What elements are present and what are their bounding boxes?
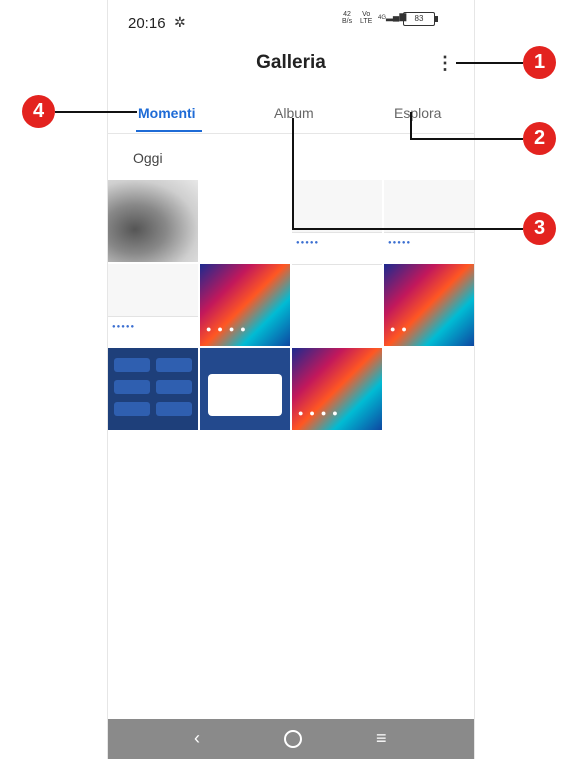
screenshot-thumbnail[interactable]: ●● [384, 264, 474, 346]
callout-3: 3 [523, 212, 556, 245]
quick-tile [114, 358, 150, 372]
recents-icon[interactable]: ≡ [376, 728, 387, 749]
home-icon[interactable] [284, 730, 302, 748]
photo-thumbnail[interactable] [108, 180, 198, 262]
app-icons: ●● [390, 324, 413, 334]
screenshot-thumbnail[interactable]: ●●●● [292, 348, 382, 430]
keyboard-bar [292, 232, 382, 262]
settings-gear-icon: ✲ [174, 14, 186, 30]
callout-line-2 [410, 138, 523, 140]
signal-icon: 4G▂▄▆ [378, 11, 407, 22]
tab-bar: Momenti Album Esplora [108, 95, 474, 134]
callout-line-4 [55, 111, 137, 113]
keyboard-dots-icon: ●●●●● [112, 324, 136, 330]
system-nav-bar: ‹ ≡ [108, 719, 474, 759]
section-label: Oggi [133, 150, 163, 166]
tab-esplora[interactable]: Esplora [394, 105, 441, 121]
quick-tile [156, 402, 192, 416]
status-bar: 20:16 ✲ 42 B/s Vo LTE 4G▂▄▆ 83 [108, 0, 474, 36]
callout-line-2-vert [410, 112, 412, 139]
phone-screen: 20:16 ✲ 42 B/s Vo LTE 4G▂▄▆ 83 Galleria … [107, 0, 475, 759]
quick-tile [114, 380, 150, 394]
keyboard-bar [108, 316, 198, 346]
net-speed: 42 B/s [342, 11, 353, 25]
quick-tile [156, 358, 192, 372]
quick-tile [156, 380, 192, 394]
screenshot-thumbnail[interactable]: ●●●●● [384, 180, 474, 262]
more-options-icon[interactable]: ⋮ [436, 54, 454, 74]
back-icon[interactable]: ‹ [194, 728, 200, 749]
callout-1: 1 [523, 46, 556, 79]
screenshot-thumbnail[interactable]: ●●●●● [108, 264, 198, 346]
app-screen [292, 264, 382, 346]
callout-line-3 [292, 228, 523, 230]
screenshot-thumbnail[interactable]: ●●●● [200, 264, 290, 346]
app-icons: ●●●● [298, 408, 344, 418]
app-icons: ●●●● [206, 324, 252, 334]
page-title: Galleria [256, 52, 326, 73]
keyboard-dots-icon: ●●●●● [296, 240, 320, 246]
quick-tile [114, 402, 150, 416]
tab-momenti[interactable]: Momenti [138, 105, 196, 121]
callout-2: 2 [523, 122, 556, 155]
callout-4: 4 [22, 95, 55, 128]
active-tab-indicator [136, 130, 202, 132]
battery-icon: 83 [403, 12, 438, 26]
status-time: 20:16 [128, 15, 166, 32]
keyboard-dots-icon: ●●●●● [388, 240, 412, 246]
photo-thumbnail[interactable] [200, 180, 290, 262]
notification-card [208, 374, 282, 416]
callout-line-3-vert [292, 118, 294, 229]
volte-indicator: Vo LTE [360, 11, 373, 25]
screenshot-thumbnail[interactable] [292, 264, 382, 346]
keyboard-bar [384, 232, 474, 262]
screenshot-thumbnail[interactable] [200, 348, 290, 430]
callout-line-1 [456, 62, 523, 64]
screenshot-thumbnail[interactable] [108, 348, 198, 430]
screenshot-thumbnail[interactable]: ●●●●● [292, 180, 382, 262]
